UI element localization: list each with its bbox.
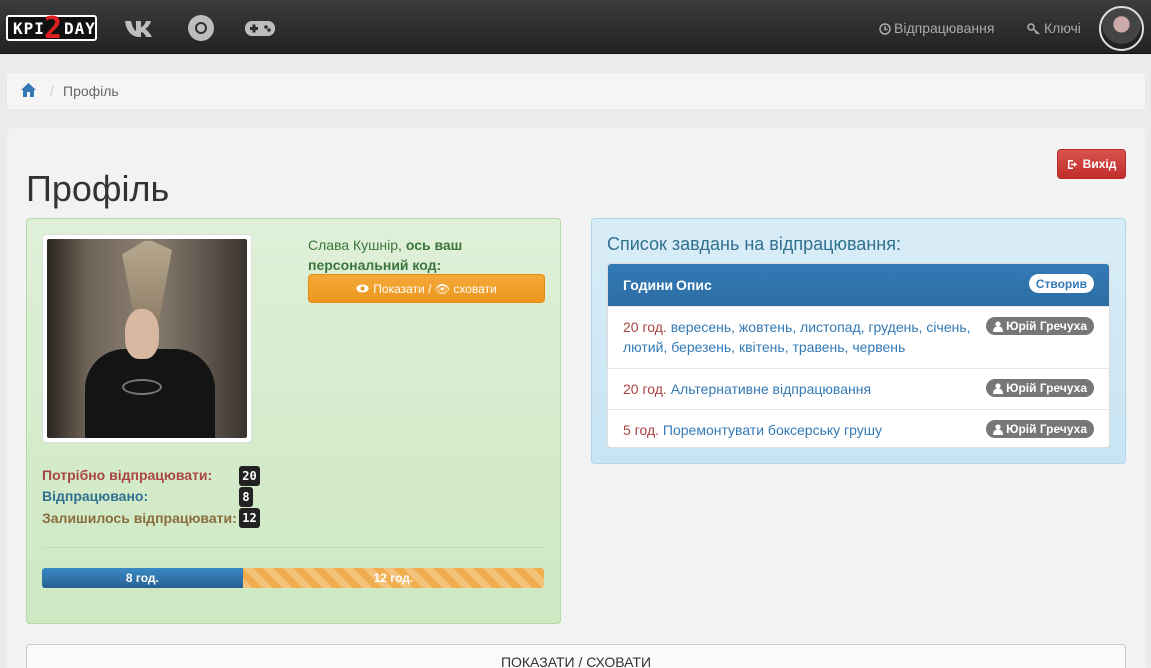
task-description[interactable]: вересень, жовтень, листопад, грудень, сі… bbox=[623, 319, 971, 355]
home-icon[interactable] bbox=[21, 83, 36, 100]
stat-required-label: Потрібно відпрацювати: bbox=[42, 467, 213, 483]
nav-link-keys-label: Ключі bbox=[1044, 20, 1081, 36]
greeting-text: Слава Кушнір, ось ваш персональний код: bbox=[308, 235, 548, 275]
profile-photo bbox=[42, 234, 252, 443]
table-row[interactable]: 20 год. вересень, жовтень, листопад, гру… bbox=[608, 306, 1109, 368]
nav-link-workoff-label: Відпрацювання bbox=[894, 20, 995, 36]
logout-button[interactable]: Вихід bbox=[1057, 149, 1126, 179]
stat-done-badge: 8 bbox=[239, 487, 253, 507]
stat-required-badge: 20 bbox=[239, 466, 260, 486]
chrome-icon[interactable] bbox=[184, 14, 218, 42]
author-badge: Юрій Гречуха bbox=[986, 379, 1094, 397]
show-code-label: Показати / 👁 сховати bbox=[373, 281, 497, 296]
navbar: KPI 2 DAY Відпрацювання Ключі bbox=[0, 0, 1151, 54]
task-description[interactable]: Поремонтувати боксерську грушу bbox=[663, 422, 882, 438]
table-row[interactable]: 5 год. Поремонтувати боксерську грушу Юр… bbox=[608, 409, 1109, 447]
author-name: Юрій Гречуха bbox=[1006, 319, 1087, 333]
page-title: Профіль bbox=[26, 168, 170, 209]
author-name: Юрій Гречуха bbox=[1006, 381, 1087, 395]
stat-remaining-label: Залишилось відпрацювати: bbox=[42, 510, 237, 526]
user-icon bbox=[993, 423, 1004, 435]
site-logo[interactable]: KPI 2 DAY bbox=[6, 11, 97, 46]
author-name: Юрій Гречуха bbox=[1006, 422, 1087, 436]
tasks-table: Години Опис Створив 20 год. вересень, жо… bbox=[607, 263, 1110, 448]
show-code-button[interactable]: Показати / 👁 сховати bbox=[308, 274, 545, 303]
author-badge: Юрій Гречуха bbox=[986, 420, 1094, 438]
divider bbox=[42, 547, 544, 548]
nav-link-keys[interactable]: Ключі bbox=[1027, 20, 1081, 36]
progress-done-segment: 8 год. bbox=[42, 568, 243, 588]
stat-remaining-badge: 12 bbox=[239, 508, 260, 528]
stat-done-label: Відпрацювано: bbox=[42, 488, 149, 504]
progress-done-label: 8 год. bbox=[125, 571, 159, 585]
eye-icon bbox=[356, 284, 369, 293]
author-badge: Юрій Гречуха bbox=[986, 317, 1094, 335]
column-author: Створив bbox=[1028, 274, 1094, 293]
task-description[interactable]: Альтернативне відпрацювання bbox=[671, 381, 871, 397]
tasks-title: Список завдань на відпрацювання: bbox=[607, 234, 901, 254]
task-hours: 20 год. bbox=[623, 319, 667, 335]
progress-remaining-label: 12 год. bbox=[373, 571, 414, 585]
column-description: Опис bbox=[676, 277, 712, 293]
breadcrumb: / Профіль bbox=[7, 73, 1145, 109]
clock-icon bbox=[879, 23, 891, 35]
gamepad-icon[interactable] bbox=[243, 14, 277, 42]
breadcrumb-current: Профіль bbox=[63, 83, 119, 99]
avatar[interactable] bbox=[1099, 6, 1144, 51]
nav-link-workoff[interactable]: Відпрацювання bbox=[879, 20, 994, 36]
logout-icon bbox=[1067, 159, 1077, 169]
show-hide-toggle-button[interactable]: ПОКАЗАТИ / СХОВАТИ bbox=[26, 644, 1126, 668]
task-hours: 5 год. bbox=[623, 422, 660, 438]
task-hours: 20 год. bbox=[623, 381, 667, 397]
logo-text-right: DAY bbox=[64, 19, 96, 38]
logo-text-left: KPI bbox=[13, 19, 45, 38]
user-name: Слава Кушнір, bbox=[308, 237, 402, 253]
vk-icon[interactable] bbox=[124, 14, 158, 42]
breadcrumb-separator: / bbox=[50, 83, 54, 99]
logout-label: Вихід bbox=[1082, 157, 1117, 171]
user-icon bbox=[993, 382, 1004, 394]
table-row[interactable]: 20 год. Альтернативне відпрацювання Юрій… bbox=[608, 368, 1109, 409]
progress-remaining-segment: 12 год. bbox=[242, 568, 544, 588]
logo-text-middle: 2 bbox=[44, 11, 64, 46]
key-icon bbox=[1027, 23, 1040, 35]
column-hours: Години bbox=[623, 277, 674, 293]
workoff-progress-bar: 8 год. 12 год. bbox=[42, 568, 544, 588]
user-icon bbox=[993, 320, 1004, 332]
tasks-table-header: Години Опис Створив bbox=[608, 264, 1109, 306]
